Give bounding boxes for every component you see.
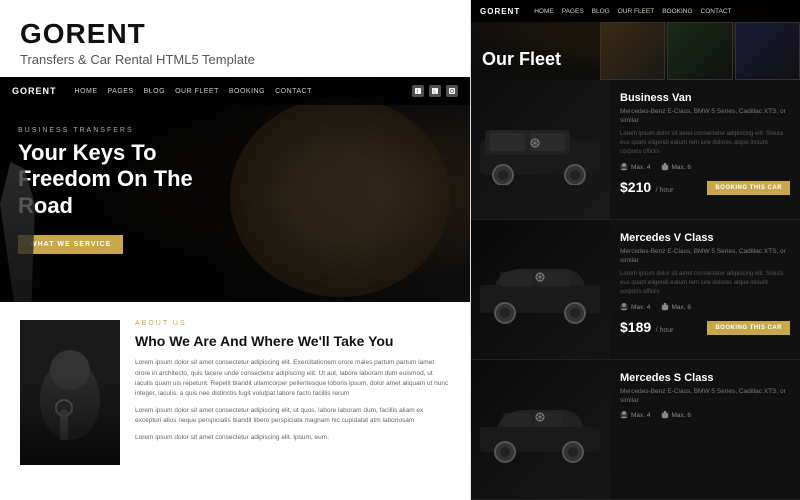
book-button-1[interactable]: BOOKING THIS CAR bbox=[707, 181, 790, 195]
about-paragraph-2: Lorem ipsum dolor sit amet consectetur a… bbox=[135, 406, 450, 427]
car-image-2 bbox=[470, 220, 610, 359]
car-luggage-1: Max. 6 bbox=[661, 163, 692, 171]
hero-cta-button[interactable]: WHAT WE SERVICE bbox=[18, 235, 123, 254]
car-item-3: Mercedes S Class Mercedes-Benz E-Class, … bbox=[470, 360, 800, 500]
left-panel: GORENT Transfers & Car Rental HTML5 Temp… bbox=[0, 0, 470, 500]
car-price-2: $189 bbox=[620, 319, 651, 335]
car-price-unit-1: / hour bbox=[656, 187, 674, 194]
brand-tagline: Transfers & Car Rental HTML5 Template bbox=[20, 52, 450, 67]
car-luggage-2: Max. 6 bbox=[661, 303, 692, 311]
person-icon bbox=[620, 163, 628, 171]
panel-divider bbox=[470, 0, 471, 500]
fleet-thumb-1 bbox=[600, 22, 665, 80]
fleet-nav-contact[interactable]: CONTACT bbox=[701, 8, 732, 15]
car-desc-2: Lorem ipsum dolor sit amet consectetur a… bbox=[620, 270, 790, 297]
about-paragraph-3: Lorem ipsum dolor sit amet consectetur a… bbox=[135, 433, 450, 443]
car-luggage-3: Max. 6 bbox=[661, 411, 692, 419]
about-eyebrow: ABOUT US bbox=[135, 320, 450, 327]
car-price-1: $210 bbox=[620, 179, 651, 195]
car-list: Business Van Mercedes-Benz E-Class, BMW … bbox=[470, 80, 800, 500]
car-price-unit-2: / hour bbox=[656, 327, 674, 334]
nav-home[interactable]: HOME bbox=[75, 88, 98, 95]
car-passengers-2: Max. 4 bbox=[620, 303, 651, 311]
car-item-1: Business Van Mercedes-Benz E-Class, BMW … bbox=[470, 80, 800, 220]
person-icon-3 bbox=[620, 411, 628, 419]
template-header: GORENT Transfers & Car Rental HTML5 Temp… bbox=[0, 0, 470, 77]
instagram-icon[interactable] bbox=[446, 85, 458, 97]
hero-nav-logo: GORENT bbox=[12, 86, 57, 96]
car-footer-1: $210 / hour BOOKING THIS CAR bbox=[620, 179, 790, 197]
fleet-nav-booking[interactable]: BOOKING bbox=[662, 8, 692, 15]
car-img-inner-3 bbox=[470, 360, 610, 499]
car-info-3: Mercedes S Class Mercedes-Benz E-Class, … bbox=[610, 360, 800, 499]
twitter-icon[interactable]: 𝕏 bbox=[429, 85, 441, 97]
about-paragraph-1: Lorem ipsum dolor sit amet consectetur a… bbox=[135, 358, 450, 400]
car-desc-1: Lorem ipsum dolor sit amet consectetur a… bbox=[620, 130, 790, 157]
about-text-block: ABOUT US Who We Are And Where We'll Take… bbox=[135, 320, 450, 464]
car-image-1 bbox=[470, 80, 610, 219]
nav-booking[interactable]: BOOKING bbox=[229, 88, 265, 95]
fleet-nav-blog[interactable]: BLOG bbox=[592, 8, 610, 15]
luggage-icon-2 bbox=[661, 303, 669, 311]
hero-eyebrow: Business Transfers bbox=[18, 127, 238, 134]
car-info-2: Mercedes V Class Mercedes-Benz E-Class, … bbox=[610, 220, 800, 359]
fleet-thumbnails bbox=[600, 22, 800, 80]
car-passengers-1: Max. 4 bbox=[620, 163, 651, 171]
nav-pages[interactable]: PAGES bbox=[108, 88, 134, 95]
fleet-nav-pages[interactable]: PAGES bbox=[562, 8, 584, 15]
fleet-nav-home[interactable]: HOME bbox=[534, 8, 554, 15]
svg-text:𝕏: 𝕏 bbox=[433, 89, 437, 94]
hero-navbar: GORENT HOME PAGES BLOG OUR FLEET BOOKING… bbox=[0, 77, 470, 105]
car-image-3 bbox=[470, 360, 610, 499]
about-section: ABOUT US Who We Are And Where We'll Take… bbox=[0, 302, 470, 482]
car-model-1: Mercedes-Benz E-Class, BMW 5 Series, Cad… bbox=[620, 107, 790, 125]
car-price-block-1: $210 / hour bbox=[620, 179, 674, 197]
car-meta-2: Max. 4 Max. 6 bbox=[620, 303, 790, 311]
car-info-1: Business Van Mercedes-Benz E-Class, BMW … bbox=[610, 80, 800, 219]
hero-heading: Your Keys To Freedom On The Road bbox=[18, 140, 238, 219]
car-price-block-2: $189 / hour bbox=[620, 319, 674, 337]
car-name-1: Business Van bbox=[620, 92, 790, 104]
fleet-thumb-3 bbox=[735, 22, 800, 80]
social-links: f 𝕏 bbox=[412, 85, 458, 97]
nav-contact[interactable]: CONTACT bbox=[275, 88, 312, 95]
car-meta-3: Max. 4 Max. 6 bbox=[620, 411, 790, 419]
facebook-icon[interactable]: f bbox=[412, 85, 424, 97]
car-model-2: Mercedes-Benz E-Class, BMW 5 Series, Cad… bbox=[620, 247, 790, 265]
car-img-inner-1 bbox=[470, 80, 610, 219]
car-item-2: Mercedes V Class Mercedes-Benz E-Class, … bbox=[470, 220, 800, 360]
book-button-2[interactable]: BOOKING THIS CAR bbox=[707, 321, 790, 335]
about-image bbox=[20, 320, 120, 465]
car-model-3: Mercedes-Benz E-Class, BMW 5 Series, Cad… bbox=[620, 387, 790, 405]
fleet-header: GORENT HOME PAGES BLOG OUR FLEET BOOKING… bbox=[470, 0, 800, 80]
car-img-inner-2 bbox=[470, 220, 610, 359]
car-footer-2: $189 / hour BOOKING THIS CAR bbox=[620, 319, 790, 337]
person-icon-2 bbox=[620, 303, 628, 311]
fleet-nav-logo: GORENT bbox=[480, 7, 520, 16]
luggage-icon-3 bbox=[661, 411, 669, 419]
fleet-navbar: GORENT HOME PAGES BLOG OUR FLEET BOOKING… bbox=[470, 0, 800, 22]
right-panel: GORENT HOME PAGES BLOG OUR FLEET BOOKING… bbox=[470, 0, 800, 500]
car-name-3: Mercedes S Class bbox=[620, 372, 790, 384]
about-heading: Who We Are And Where We'll Take You bbox=[135, 332, 450, 350]
hero-content: Business Transfers Your Keys To Freedom … bbox=[18, 127, 238, 254]
fleet-page-title: Our Fleet bbox=[482, 49, 561, 70]
brand-name: GORENT bbox=[20, 18, 450, 50]
fleet-nav-ourfleet[interactable]: OUR FLEET bbox=[618, 8, 654, 15]
car-passengers-3: Max. 4 bbox=[620, 411, 651, 419]
car-name-2: Mercedes V Class bbox=[620, 232, 790, 244]
hero-section: GORENT HOME PAGES BLOG OUR FLEET BOOKING… bbox=[0, 77, 470, 302]
luggage-icon bbox=[661, 163, 669, 171]
nav-blog[interactable]: BLOG bbox=[144, 88, 165, 95]
nav-fleet[interactable]: OUR FLEET bbox=[175, 88, 219, 95]
fleet-thumb-2 bbox=[667, 22, 732, 80]
car-interior-image bbox=[230, 97, 450, 297]
car-meta-1: Max. 4 Max. 6 bbox=[620, 163, 790, 171]
